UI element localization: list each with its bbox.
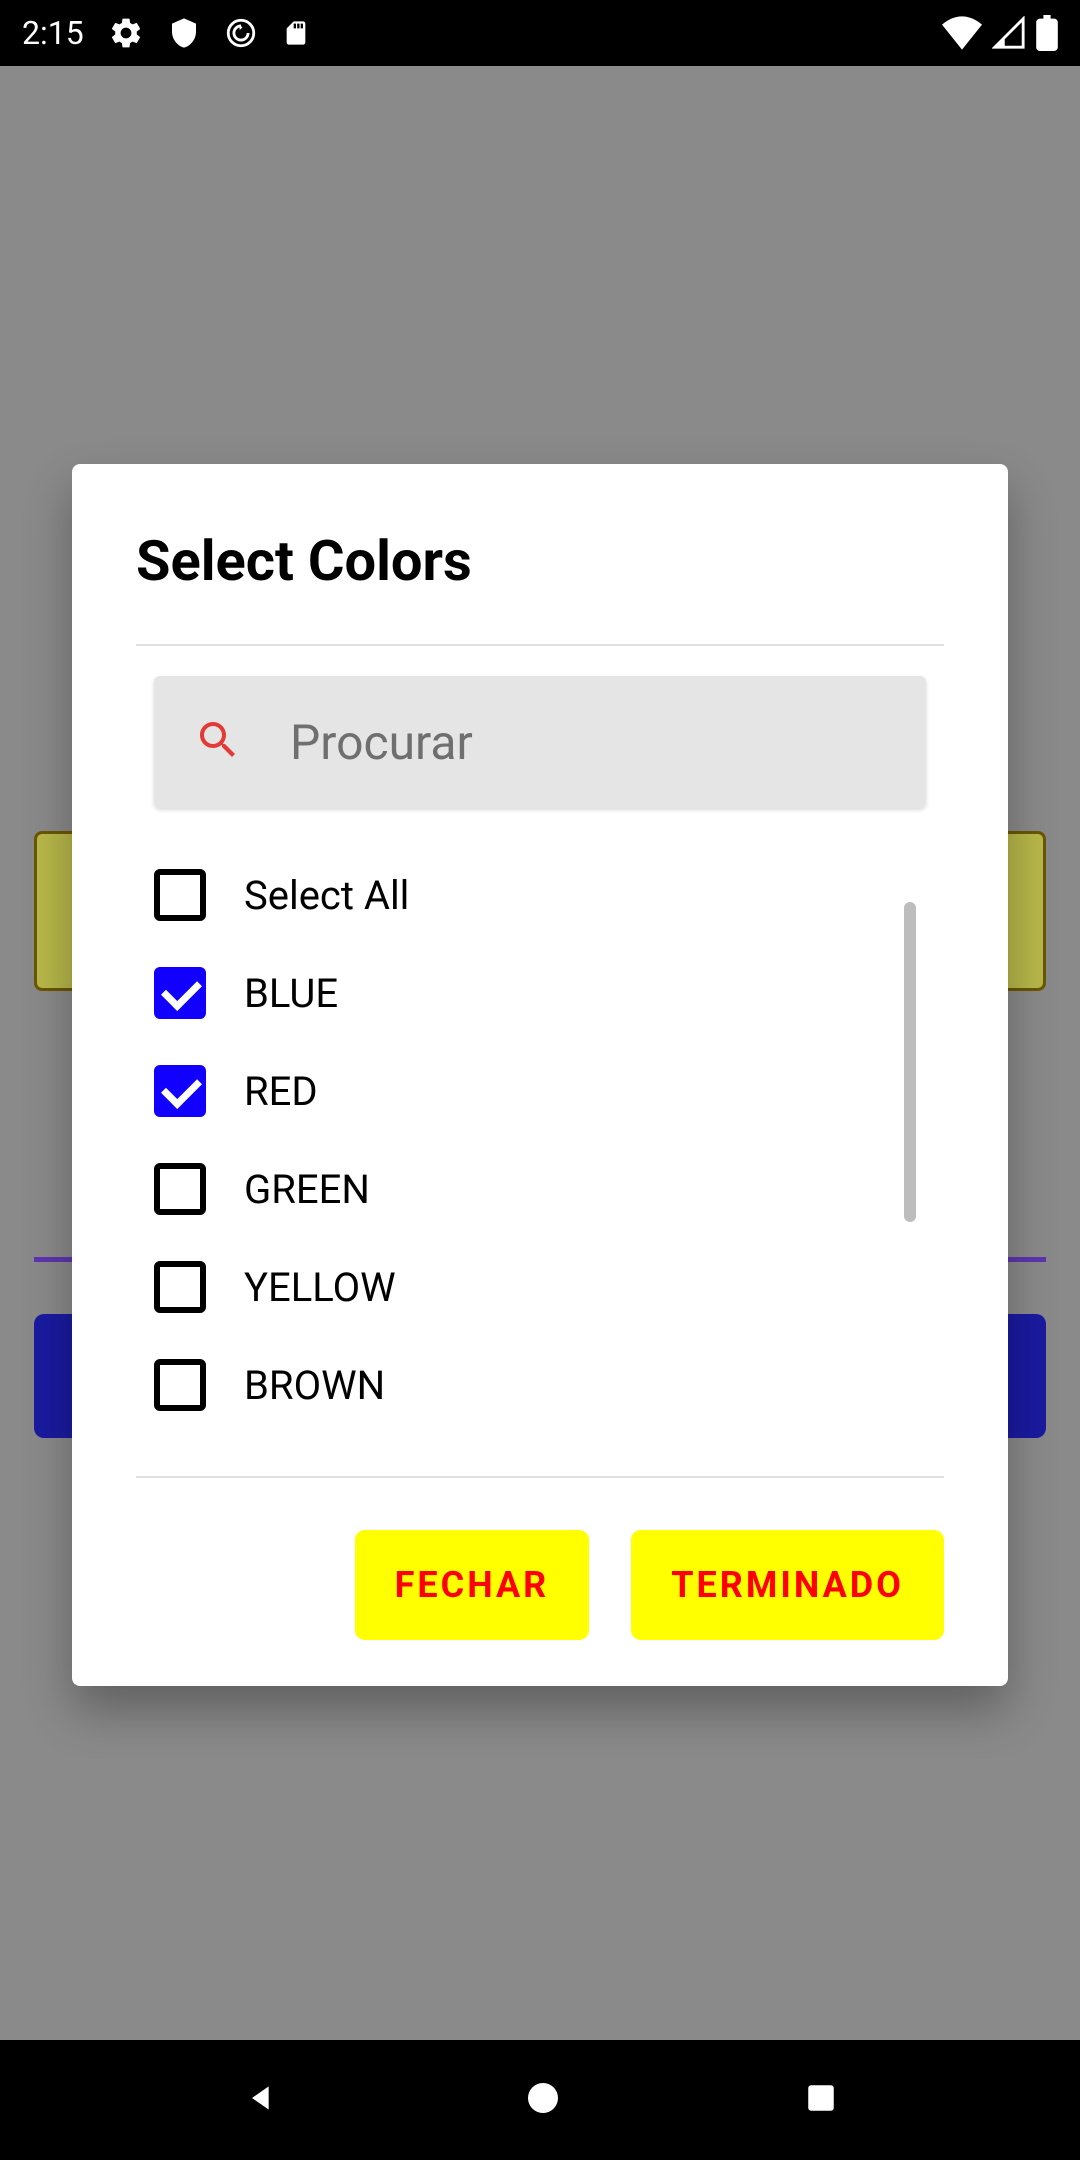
select-all-row[interactable]: Select All [154, 846, 926, 944]
item-label: BROWN [244, 1362, 385, 1409]
select-all-label: Select All [244, 872, 409, 919]
list-item[interactable]: YELLOW [154, 1238, 926, 1336]
wifi-icon [942, 16, 982, 50]
checkbox-brown[interactable] [154, 1359, 206, 1411]
recents-icon[interactable] [804, 2081, 838, 2119]
list-item[interactable]: RED [154, 1042, 926, 1140]
dialog-title: Select Colors [72, 528, 1008, 644]
checkbox-blue[interactable] [154, 967, 206, 1019]
home-icon[interactable] [525, 2080, 561, 2120]
dialog-footer: FECHAR TERMINADO [72, 1476, 1008, 1640]
options-list: Select All BLUE RED GREEN YELLOW BROWN [72, 828, 1008, 1476]
checkbox-red[interactable] [154, 1065, 206, 1117]
settings-icon [108, 15, 144, 51]
done-button[interactable]: TERMINADO [631, 1530, 944, 1640]
select-colors-dialog: Select Colors Select All BLUE RED GREEN [72, 464, 1008, 1686]
item-label: GREEN [244, 1166, 370, 1213]
navigation-bar [0, 2040, 1080, 2160]
item-label: YELLOW [244, 1264, 396, 1311]
scrollbar[interactable] [904, 902, 916, 1222]
item-label: RED [244, 1068, 318, 1115]
status-left: 2:15 [22, 14, 310, 52]
checkbox-yellow[interactable] [154, 1261, 206, 1313]
status-bar: 2:15 [0, 0, 1080, 66]
divider [136, 644, 944, 646]
list-item[interactable]: BLUE [154, 944, 926, 1042]
status-time: 2:15 [22, 14, 84, 52]
sync-icon [224, 16, 258, 50]
select-all-checkbox[interactable] [154, 869, 206, 921]
sd-card-icon [282, 17, 310, 49]
list-item[interactable]: GREEN [154, 1140, 926, 1238]
checkbox-green[interactable] [154, 1163, 206, 1215]
list-item[interactable]: BROWN [154, 1336, 926, 1434]
back-icon[interactable] [242, 2078, 282, 2122]
battery-icon [1036, 15, 1058, 51]
search-box[interactable] [154, 676, 926, 808]
signal-icon [992, 16, 1026, 50]
item-label: BLUE [244, 970, 338, 1017]
search-input[interactable] [290, 714, 899, 771]
close-button[interactable]: FECHAR [355, 1530, 590, 1640]
search-icon [194, 716, 242, 768]
shield-icon [168, 17, 200, 49]
status-right [942, 15, 1058, 51]
